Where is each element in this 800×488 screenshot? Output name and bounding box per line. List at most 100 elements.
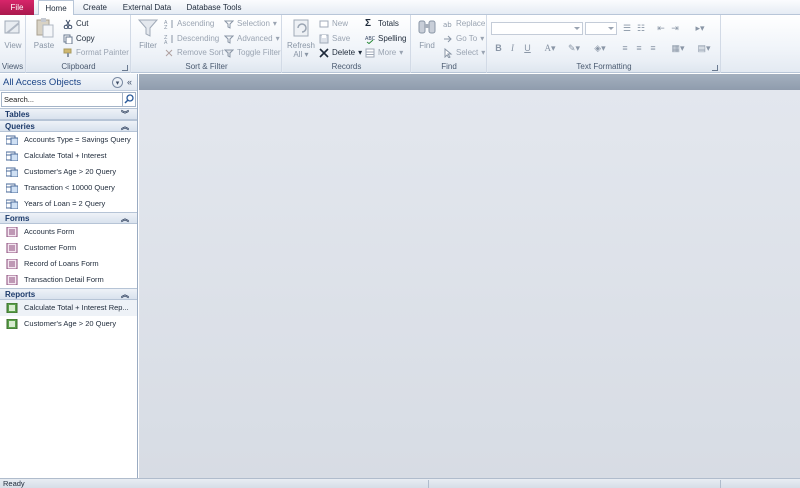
bullets-icon[interactable]: ☰ bbox=[621, 22, 633, 35]
fill-color-icon[interactable]: ◈▾ bbox=[591, 42, 609, 55]
nav-search-box[interactable]: Search... bbox=[1, 92, 136, 107]
delete-record-button[interactable]: Delete ▾ bbox=[319, 46, 362, 59]
save-record-button[interactable]: Save bbox=[319, 32, 350, 45]
align-left-icon[interactable]: ≡ bbox=[619, 42, 631, 55]
sigma-icon: Σ bbox=[365, 17, 372, 29]
bold-button[interactable]: B bbox=[493, 42, 504, 55]
align-center-icon[interactable]: ≡ bbox=[633, 42, 645, 55]
advanced-filter-icon bbox=[223, 34, 235, 44]
form-icon bbox=[6, 242, 18, 254]
list-item-form[interactable]: Customer Form bbox=[0, 240, 137, 256]
clipboard-group: Paste Cut Copy Format Painter Clipboard bbox=[27, 15, 131, 73]
tab-external-data[interactable]: External Data bbox=[116, 0, 178, 15]
svg-text:ab: ab bbox=[443, 21, 452, 29]
records-group: Refresh All ▾ New Save Delete ▾ Σ Totals … bbox=[283, 15, 411, 73]
list-item-query[interactable]: Transaction < 10000 Query bbox=[0, 180, 137, 196]
goto-button[interactable]: Go To ▾ bbox=[443, 32, 484, 45]
numbering-icon[interactable]: ☷ bbox=[635, 22, 647, 35]
replace-button[interactable]: ab Replace bbox=[443, 17, 485, 30]
remove-sort-button[interactable]: Remove Sort bbox=[164, 46, 224, 59]
tab-file[interactable]: File bbox=[0, 0, 34, 15]
sort-filter-group: Filter AZ Ascending ZA Descending Remove… bbox=[132, 15, 282, 73]
cursor-icon bbox=[443, 47, 453, 59]
increase-indent-icon[interactable]: ⇥ bbox=[669, 22, 681, 35]
highlight-icon[interactable]: ✎▾ bbox=[566, 42, 582, 55]
gridlines-icon[interactable]: ▦▾ bbox=[669, 42, 687, 55]
navigation-pane: All Access Objects ▾ « Search... Tables ︾… bbox=[0, 74, 138, 478]
chevron-down-icon: ▾ bbox=[358, 48, 363, 57]
refresh-all-button[interactable]: Refresh All ▾ bbox=[286, 17, 316, 59]
refresh-icon bbox=[290, 17, 312, 39]
spelling-button[interactable]: ABC Spelling bbox=[365, 32, 406, 45]
new-record-button[interactable]: New bbox=[319, 17, 348, 30]
text-direction-icon[interactable]: ▸▾ bbox=[693, 22, 707, 35]
list-item-report[interactable]: Customer's Age > 20 Query bbox=[0, 316, 137, 332]
underline-button[interactable]: U bbox=[522, 42, 533, 55]
font-size-combo[interactable] bbox=[585, 22, 617, 35]
list-item-query[interactable]: Customer's Age > 20 Query bbox=[0, 164, 137, 180]
more-button[interactable]: More ▾ bbox=[365, 46, 403, 59]
list-item-query[interactable]: Calculate Total + Interest bbox=[0, 148, 137, 164]
alternate-row-color-icon[interactable]: ▤▾ bbox=[695, 42, 713, 55]
paste-button[interactable]: Paste bbox=[31, 17, 57, 50]
nav-section-tables[interactable]: Tables ︾ bbox=[0, 108, 137, 120]
svg-text:ABC: ABC bbox=[365, 36, 375, 42]
tab-database-tools[interactable]: Database Tools bbox=[180, 0, 248, 15]
query-icon bbox=[5, 167, 19, 178]
nav-section-forms[interactable]: Forms ︽ bbox=[0, 212, 137, 224]
text-formatting-group-label: Text Formatting bbox=[488, 62, 720, 72]
view-icon bbox=[2, 17, 24, 39]
remove-sort-icon bbox=[164, 48, 174, 58]
list-item-form[interactable]: Transaction Detail Form bbox=[0, 272, 137, 288]
search-input[interactable]: Search... bbox=[4, 93, 34, 106]
select-button[interactable]: Select ▾ bbox=[443, 46, 485, 59]
ribbon-tab-bar: File Home Create External Data Database … bbox=[0, 0, 800, 16]
shutter-bar-close-icon[interactable]: « bbox=[124, 77, 135, 88]
sort-ascending-icon: AZ bbox=[164, 19, 174, 31]
nav-menu-chevron-icon[interactable]: ▾ bbox=[112, 77, 123, 88]
save-icon bbox=[319, 34, 329, 44]
toggle-filter-icon bbox=[223, 48, 235, 58]
ribbon: View Views Paste Cut Copy Format Painter… bbox=[0, 15, 800, 73]
nav-pane-title: All Access Objects bbox=[3, 77, 82, 88]
svg-text:Z: Z bbox=[164, 25, 168, 29]
chevron-down-icon: ▾ bbox=[480, 34, 485, 43]
tab-home[interactable]: Home bbox=[38, 0, 74, 16]
binoculars-icon bbox=[416, 17, 438, 39]
nav-section-queries[interactable]: Queries ︽ bbox=[0, 120, 137, 132]
search-icon[interactable] bbox=[122, 93, 135, 106]
list-item-report[interactable]: Calculate Total + Interest Rep... bbox=[0, 300, 137, 316]
format-painter-icon bbox=[63, 48, 73, 58]
nav-pane-header[interactable]: All Access Objects ▾ « bbox=[0, 74, 137, 91]
text-formatting-launcher-icon[interactable] bbox=[712, 65, 718, 71]
align-right-icon[interactable]: ≡ bbox=[647, 42, 659, 55]
list-item-query[interactable]: Years of Loan = 2 Query bbox=[0, 196, 137, 212]
list-item-query[interactable]: Accounts Type = Savings Query bbox=[0, 132, 137, 148]
toggle-filter-button[interactable]: Toggle Filter bbox=[223, 46, 281, 59]
nav-section-reports[interactable]: Reports ︽ bbox=[0, 288, 137, 300]
format-painter-button[interactable]: Format Painter bbox=[63, 46, 129, 59]
find-group: Find ab Replace Go To ▾ Select ▾ Find bbox=[412, 15, 487, 73]
tab-create[interactable]: Create bbox=[76, 0, 114, 15]
spelling-icon: ABC bbox=[365, 34, 376, 44]
font-name-combo[interactable] bbox=[491, 22, 583, 35]
filter-button[interactable]: Filter bbox=[135, 17, 161, 50]
cut-button[interactable]: Cut bbox=[63, 17, 88, 30]
list-item-form[interactable]: Record of Loans Form bbox=[0, 256, 137, 272]
form-icon bbox=[6, 274, 18, 286]
clipboard-launcher-icon[interactable] bbox=[122, 65, 128, 71]
selection-button[interactable]: Selection ▾ bbox=[223, 17, 277, 30]
view-button[interactable]: View bbox=[2, 17, 24, 50]
font-color-button[interactable]: A▾ bbox=[543, 42, 557, 55]
ascending-button[interactable]: AZ Ascending bbox=[164, 17, 214, 31]
copy-button[interactable]: Copy bbox=[63, 32, 95, 45]
find-button[interactable]: Find bbox=[414, 17, 440, 50]
descending-button[interactable]: ZA Descending bbox=[164, 32, 219, 46]
totals-button[interactable]: Σ Totals bbox=[365, 17, 399, 30]
italic-button[interactable]: I bbox=[507, 42, 518, 55]
advanced-button[interactable]: Advanced ▾ bbox=[223, 32, 280, 45]
list-item-form[interactable]: Accounts Form bbox=[0, 224, 137, 240]
find-group-label: Find bbox=[412, 62, 486, 72]
decrease-indent-icon[interactable]: ⇤ bbox=[655, 22, 667, 35]
query-icon bbox=[5, 151, 19, 162]
